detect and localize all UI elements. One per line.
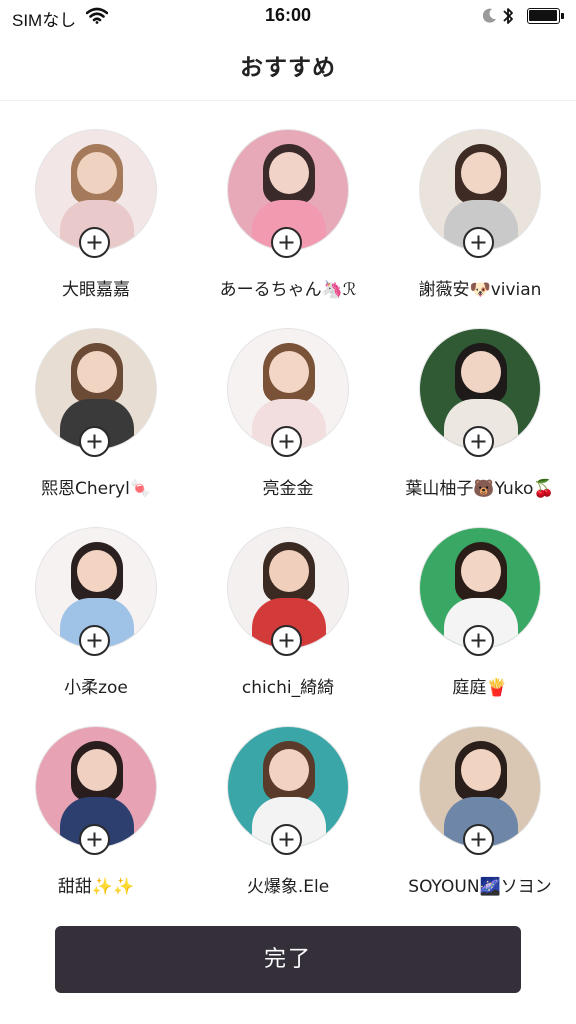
avatar-head — [461, 152, 501, 194]
follow-button[interactable] — [79, 227, 110, 258]
follow-button[interactable] — [463, 426, 494, 457]
avatar-head — [77, 351, 117, 393]
follow-button[interactable] — [79, 426, 110, 457]
user-card[interactable]: 庭庭🍟 — [384, 527, 576, 717]
plus-icon — [471, 633, 486, 648]
follow-button[interactable] — [271, 426, 302, 457]
follow-button[interactable] — [463, 824, 494, 855]
done-button[interactable]: 完了 — [55, 926, 521, 993]
plus-icon — [279, 633, 294, 648]
user-card[interactable]: 葉山柚子🐻Yuko🍒 — [384, 328, 576, 518]
follow-button[interactable] — [79, 625, 110, 656]
user-name: 庭庭🍟 — [452, 678, 508, 698]
carrier-label: SIMなし — [12, 11, 77, 30]
user-card[interactable]: 熙恩Cheryl🍬 — [0, 328, 192, 518]
follow-button[interactable] — [271, 625, 302, 656]
user-name: chichi_綺綺 — [241, 678, 335, 698]
user-name: 甜甜✨✨ — [57, 877, 135, 897]
avatar-head — [461, 351, 501, 393]
header-divider — [0, 100, 576, 101]
plus-icon — [279, 434, 294, 449]
plus-icon — [87, 235, 102, 250]
user-card[interactable]: 亮金金 — [192, 328, 384, 518]
follow-button[interactable] — [271, 824, 302, 855]
avatar-head — [269, 749, 309, 791]
battery-icon — [527, 8, 564, 24]
plus-icon — [471, 832, 486, 847]
user-card[interactable]: SOYOUN🌌ソヨン — [384, 726, 576, 916]
user-card[interactable]: 甜甜✨✨ — [0, 726, 192, 916]
user-card[interactable]: あーるちゃん🦄ℛ — [192, 129, 384, 319]
avatar-head — [77, 550, 117, 592]
user-name: 大眼嘉嘉 — [62, 280, 130, 300]
follow-button[interactable] — [271, 227, 302, 258]
follow-button[interactable] — [463, 625, 494, 656]
moon-icon — [482, 8, 497, 28]
plus-icon — [87, 434, 102, 449]
user-card[interactable]: 小柔zoe — [0, 527, 192, 717]
avatar-head — [77, 152, 117, 194]
follow-button[interactable] — [463, 227, 494, 258]
user-name: 葉山柚子🐻Yuko🍒 — [405, 479, 555, 499]
avatar-head — [461, 550, 501, 592]
plus-icon — [87, 832, 102, 847]
user-card[interactable]: chichi_綺綺 — [192, 527, 384, 717]
user-card[interactable]: 大眼嘉嘉 — [0, 129, 192, 319]
user-card[interactable]: 謝薇安🐶vivian — [384, 129, 576, 319]
avatar-head — [77, 749, 117, 791]
avatar-head — [461, 749, 501, 791]
recommended-users-grid: 大眼嘉嘉 あーるちゃん🦄ℛ 謝薇安🐶vivian 熙恩Cheryl🍬 亮金金 葉山柚子🐻Y… — [0, 0, 576, 1024]
plus-icon — [279, 832, 294, 847]
user-name: 亮金金 — [262, 479, 314, 499]
bluetooth-icon — [502, 6, 514, 31]
plus-icon — [279, 235, 294, 250]
plus-icon — [471, 434, 486, 449]
user-name: 小柔zoe — [64, 678, 128, 698]
status-bar: SIMなし 16:00 — [0, 0, 576, 34]
plus-icon — [471, 235, 486, 250]
avatar-head — [269, 550, 309, 592]
avatar-head — [269, 351, 309, 393]
avatar-head — [269, 152, 309, 194]
user-name: SOYOUN🌌ソヨン — [408, 877, 552, 897]
page-title: おすすめ — [240, 55, 336, 81]
user-card[interactable]: 火爆象.Ele — [192, 726, 384, 916]
user-name: 火爆象.Ele — [246, 877, 330, 897]
user-name: あーるちゃん🦄ℛ — [219, 280, 357, 300]
wifi-icon — [85, 7, 109, 29]
user-name: 謝薇安🐶vivian — [418, 280, 542, 300]
follow-button[interactable] — [79, 824, 110, 855]
plus-icon — [87, 633, 102, 648]
user-name: 熙恩Cheryl🍬 — [40, 479, 152, 499]
